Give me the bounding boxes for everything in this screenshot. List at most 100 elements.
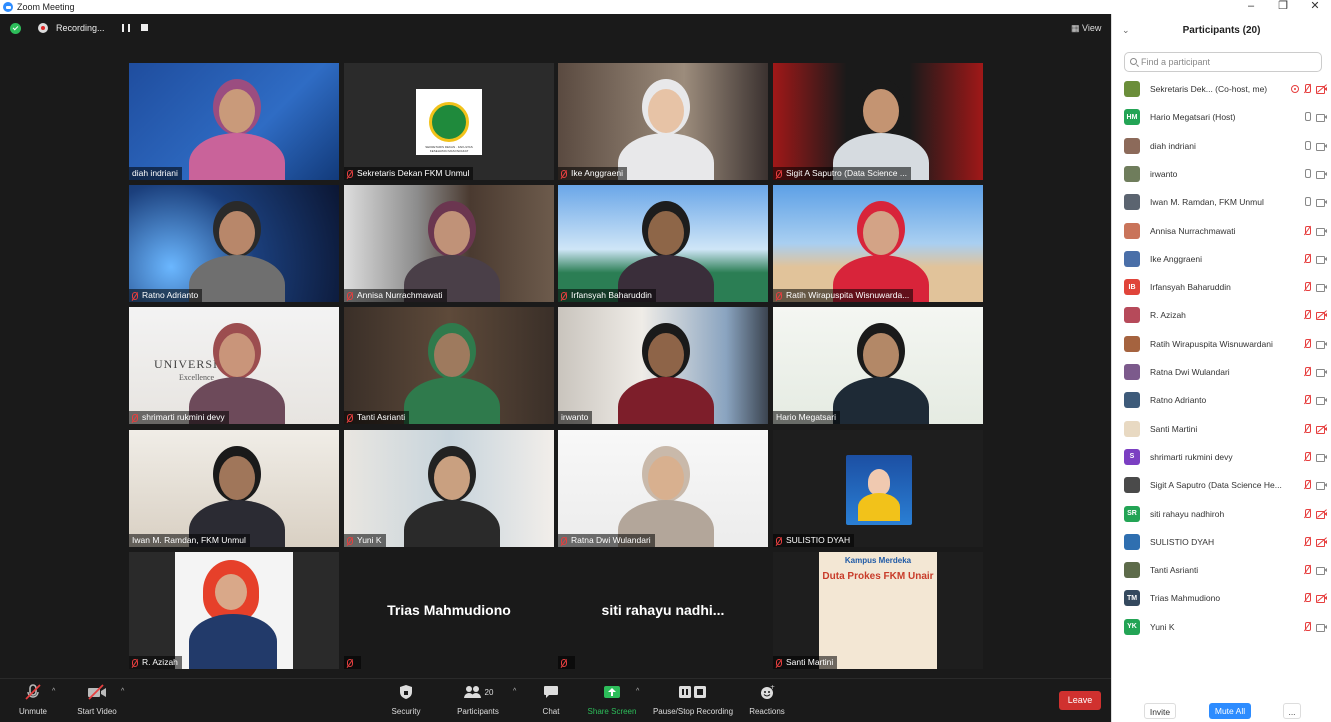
mic-muted-icon[interactable] bbox=[1302, 84, 1312, 94]
participant-list-item[interactable]: Santi Martini bbox=[1124, 417, 1328, 441]
camera-on-icon[interactable] bbox=[1316, 367, 1328, 377]
camera-on-icon[interactable] bbox=[1316, 622, 1328, 632]
pause-stop-recording-button[interactable]: Pause/Stop Recording bbox=[650, 681, 736, 721]
participant-list-item[interactable]: irwanto bbox=[1124, 162, 1328, 186]
participant-video-tile[interactable]: R. Azizah bbox=[129, 552, 339, 669]
participant-list-item[interactable]: Ratih Wirapuspita Wisnuwardani bbox=[1124, 332, 1328, 356]
mute-all-button[interactable]: Mute All bbox=[1209, 703, 1251, 719]
participant-list-item[interactable]: SULISTIO DYAH bbox=[1124, 530, 1328, 554]
participant-list-item[interactable]: Tanti Asrianti bbox=[1124, 558, 1328, 582]
invite-button[interactable]: Invite bbox=[1144, 703, 1176, 719]
participant-video-tile[interactable]: Irfansyah Baharuddin bbox=[558, 185, 768, 302]
mic-on-icon[interactable] bbox=[1302, 112, 1312, 122]
participant-video-tile[interactable]: Trias Mahmudiono bbox=[344, 552, 554, 669]
start-video-button[interactable]: Start Video bbox=[61, 681, 133, 721]
camera-on-icon[interactable] bbox=[1316, 339, 1328, 349]
participant-search-input[interactable]: Find a participant bbox=[1124, 52, 1322, 72]
participant-video-tile[interactable]: Hario Megatsari bbox=[773, 307, 983, 424]
mic-muted-icon[interactable] bbox=[1302, 282, 1312, 292]
camera-off-icon[interactable] bbox=[1316, 84, 1328, 94]
security-button[interactable]: Security bbox=[370, 681, 442, 721]
audio-options-caret-icon[interactable]: ^ bbox=[52, 688, 55, 695]
camera-off-icon[interactable] bbox=[1316, 537, 1328, 547]
mic-on-icon[interactable] bbox=[1302, 197, 1312, 207]
participant-list-item[interactable]: Iwan M. Ramdan, FKM Unmul bbox=[1124, 190, 1328, 214]
participant-video-tile[interactable]: siti rahayu nadhi... bbox=[558, 552, 768, 669]
participant-list-item[interactable]: Ike Anggraeni bbox=[1124, 247, 1328, 271]
participant-video-tile[interactable]: Ratno Adrianto bbox=[129, 185, 339, 302]
participant-video-tile[interactable]: Ike Anggraeni bbox=[558, 63, 768, 180]
participant-video-tile[interactable]: SULISTIO DYAH bbox=[773, 430, 983, 547]
camera-on-icon[interactable] bbox=[1316, 141, 1328, 151]
share-options-caret-icon[interactable]: ^ bbox=[636, 688, 639, 695]
video-options-caret-icon[interactable]: ^ bbox=[121, 688, 124, 695]
camera-on-icon[interactable] bbox=[1316, 565, 1328, 576]
mic-on-icon[interactable] bbox=[1302, 168, 1312, 179]
camera-on-icon[interactable] bbox=[1316, 226, 1328, 236]
participant-video-tile[interactable]: diah indriani bbox=[129, 63, 339, 180]
leave-button[interactable]: Leave bbox=[1059, 691, 1101, 710]
mic-muted-icon[interactable] bbox=[1302, 593, 1312, 603]
participant-video-tile[interactable]: SEKRETARIS DEKAN · FAKULTAS KESEHATAN MA… bbox=[344, 63, 554, 180]
close-button[interactable]: ✕ bbox=[1300, 0, 1330, 14]
unmute-button[interactable]: Unmute bbox=[0, 681, 69, 721]
camera-off-icon[interactable] bbox=[1316, 508, 1328, 519]
mic-muted-icon[interactable] bbox=[1302, 225, 1312, 236]
participant-list-item[interactable]: HM Hario Megatsari (Host) bbox=[1124, 105, 1328, 129]
participant-video-tile[interactable]: Yuni K bbox=[344, 430, 554, 547]
participants-button[interactable]: 20 Participants bbox=[442, 681, 514, 721]
participant-video-tile[interactable]: Ratih Wirapuspita Wisnuwarda... bbox=[773, 185, 983, 302]
mic-muted-icon[interactable] bbox=[1302, 395, 1312, 405]
participant-list-item[interactable]: SR siti rahayu nadhiroh bbox=[1124, 502, 1328, 526]
participant-list-item[interactable]: Sekretaris Dek... (Co-host, me) bbox=[1124, 77, 1328, 101]
participant-video-tile[interactable]: UNIVERSITAS Excellence shrimarti rukmini d… bbox=[129, 307, 339, 424]
mic-muted-icon[interactable] bbox=[1302, 480, 1312, 490]
share-screen-button[interactable]: Share Screen bbox=[576, 681, 648, 721]
camera-off-icon[interactable] bbox=[1316, 423, 1328, 434]
mic-muted-icon[interactable] bbox=[1302, 451, 1312, 462]
camera-on-icon[interactable] bbox=[1316, 197, 1328, 208]
pause-recording-icon[interactable] bbox=[122, 24, 130, 32]
stop-recording-icon[interactable] bbox=[141, 24, 148, 31]
encryption-shield-icon[interactable] bbox=[10, 23, 21, 34]
participant-video-tile[interactable]: Sigit A Saputro (Data Science ... bbox=[773, 63, 983, 180]
participant-video-tile[interactable]: irwanto bbox=[558, 307, 768, 424]
mic-muted-icon[interactable] bbox=[1302, 621, 1312, 632]
mic-muted-icon[interactable] bbox=[1302, 338, 1312, 349]
camera-on-icon[interactable] bbox=[1316, 395, 1328, 406]
participant-list-item[interactable]: Ratno Adrianto bbox=[1124, 388, 1328, 412]
reactions-button[interactable]: + Reactions bbox=[731, 681, 803, 721]
participant-list-item[interactable]: IB Irfansyah Baharuddin bbox=[1124, 275, 1328, 299]
mic-muted-icon[interactable] bbox=[1302, 536, 1312, 547]
minimize-button[interactable]: – bbox=[1236, 0, 1266, 14]
camera-off-icon[interactable] bbox=[1316, 593, 1328, 604]
participant-video-tile[interactable]: Tanti Asrianti bbox=[344, 307, 554, 424]
participant-list-item[interactable]: Sshrimarti rukmini devy bbox=[1124, 445, 1328, 469]
camera-on-icon[interactable] bbox=[1316, 254, 1328, 264]
participant-video-tile[interactable]: Iwan M. Ramdan, FKM Unmul bbox=[129, 430, 339, 547]
participant-video-tile[interactable]: Kampus Merdeka Duta Prokes FKM Unair Santi… bbox=[773, 552, 983, 669]
participant-list-item[interactable]: R. Azizah bbox=[1124, 303, 1328, 327]
participant-list-item[interactable]: Sigit A Saputro (Data Science He... bbox=[1124, 473, 1328, 497]
mic-muted-icon[interactable] bbox=[1302, 423, 1312, 434]
participant-list-item[interactable]: diah indriani bbox=[1124, 134, 1328, 158]
camera-on-icon[interactable] bbox=[1316, 452, 1328, 462]
participant-list-item[interactable]: Ratna Dwi Wulandari bbox=[1124, 360, 1328, 384]
camera-on-icon[interactable] bbox=[1316, 112, 1328, 123]
camera-on-icon[interactable] bbox=[1316, 480, 1328, 491]
participant-video-tile[interactable]: Ratna Dwi Wulandari bbox=[558, 430, 768, 547]
mic-muted-icon[interactable] bbox=[1302, 565, 1312, 575]
camera-on-icon[interactable] bbox=[1316, 169, 1328, 179]
participant-list-item[interactable]: TM Trias Mahmudiono bbox=[1124, 586, 1328, 610]
mic-muted-icon[interactable] bbox=[1302, 367, 1312, 377]
mic-muted-icon[interactable] bbox=[1302, 253, 1312, 264]
mic-on-icon[interactable] bbox=[1302, 140, 1312, 151]
participant-list-item[interactable]: YK Yuni K bbox=[1124, 615, 1328, 639]
mic-muted-icon[interactable] bbox=[1302, 310, 1312, 320]
camera-off-icon[interactable] bbox=[1316, 310, 1328, 321]
restore-button[interactable]: ❐ bbox=[1268, 0, 1298, 14]
view-button[interactable]: ▦ View bbox=[1071, 23, 1101, 34]
more-options-button[interactable]: ... bbox=[1283, 703, 1301, 719]
mic-muted-icon[interactable] bbox=[1302, 508, 1312, 519]
participant-video-tile[interactable]: Annisa Nurrachmawati bbox=[344, 185, 554, 302]
